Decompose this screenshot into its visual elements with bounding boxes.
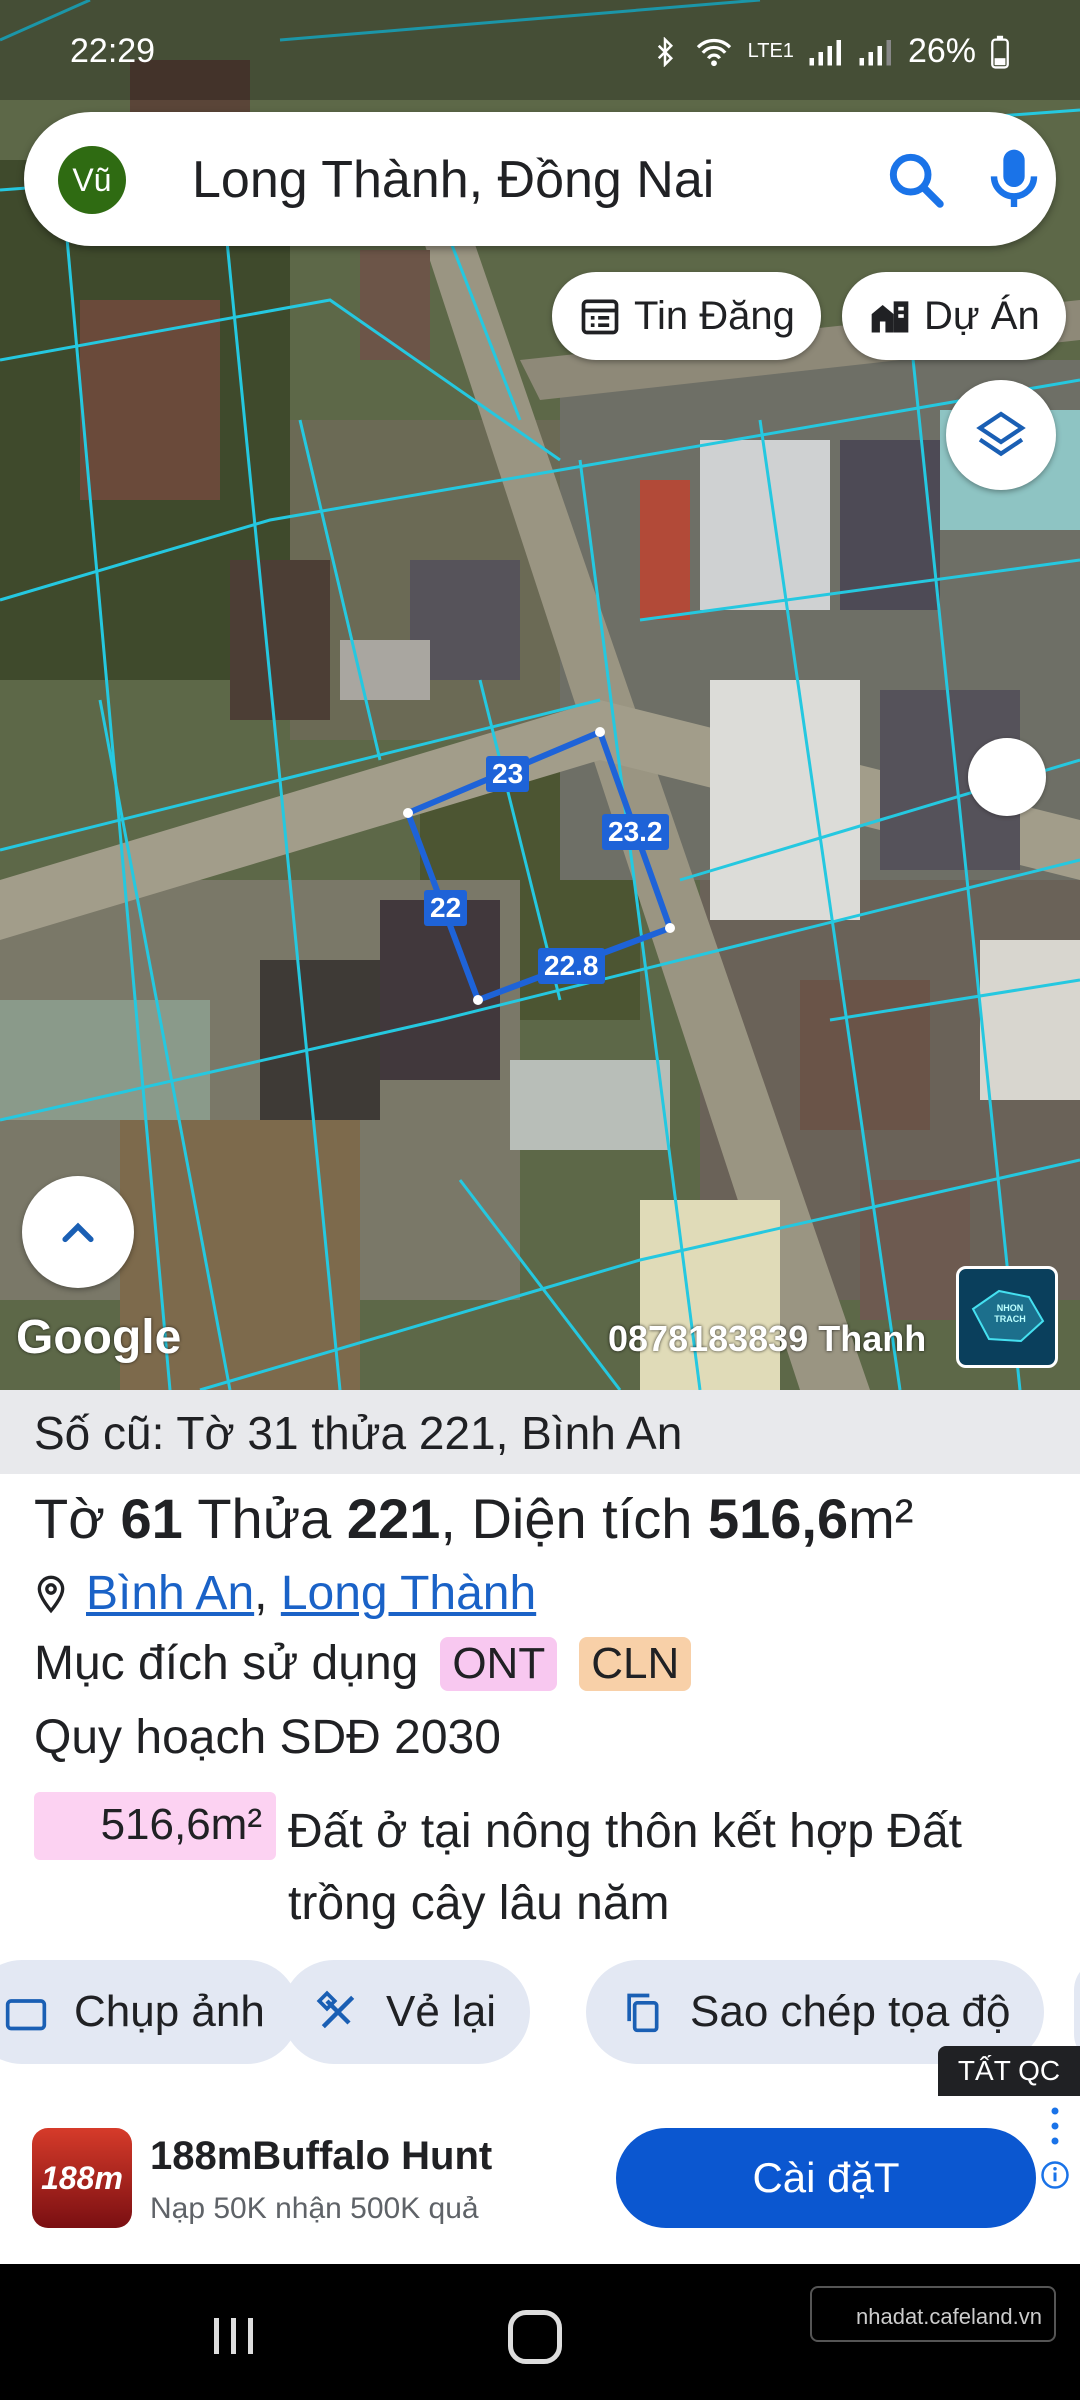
edge-length-label: 22 (424, 890, 468, 926)
listings-label: Tin Đăng (634, 293, 795, 338)
wifi-icon (696, 38, 731, 66)
copy-coordinates-label: Sao chép tọa độ (690, 1987, 1011, 2036)
calendar-list-icon (581, 299, 619, 335)
ad-info-icon[interactable] (1040, 2160, 1070, 2190)
minimap-label: NHON TRACH (994, 1303, 1026, 1324)
signal-icon (859, 39, 891, 65)
mic-icon[interactable] (982, 144, 1046, 214)
search-query[interactable]: Long Thành, Đồng Nai (192, 150, 714, 210)
signal-icon (809, 39, 841, 65)
chevron-up-icon (62, 1222, 94, 1243)
purpose-tag: ONT (440, 1636, 558, 1691)
ad-subtitle: Nạp 50K nhận 500K quả (150, 2192, 479, 2225)
listings-button[interactable]: Tin Đăng (552, 272, 821, 360)
area-value: 516,6 (708, 1487, 849, 1550)
ad-title[interactable]: 188mBuffalo Hunt (150, 2134, 492, 2179)
ward-link[interactable]: Bình An (86, 1567, 254, 1620)
buildings-icon (871, 301, 909, 333)
battery-icon (991, 35, 1009, 69)
sheet-number: 61 (120, 1487, 183, 1550)
contact-watermark: 0878183839 Thanh (608, 1318, 927, 1359)
action-bar: Chụp ảnh Vẻ lại Sao chép tọa độ (0, 1960, 1080, 2070)
ad-banner[interactable]: 188m 188mBuffalo Hunt Nạp 50K nhận 500K … (0, 2096, 1080, 2264)
lte-indicator: LTE1 (747, 40, 794, 62)
layers-icon (976, 411, 1026, 457)
hide-ads-button[interactable]: TẤT QC (938, 2046, 1080, 2096)
ad-install-button[interactable]: Cài đặT (616, 2128, 1036, 2228)
land-purpose-row: Mục đích sử dụng ONT CLN (34, 1636, 692, 1691)
status-time: 22:29 (70, 32, 156, 70)
plot-info-panel: Số cũ: Tờ 31 thửa 221, Bình An Tờ 61 Thử… (0, 1390, 1080, 2096)
more-vert-icon[interactable] (1050, 2106, 1060, 2146)
location-row: Bình An, Long Thành (34, 1566, 536, 1621)
old-plot-number: Số cũ: Tờ 31 thửa 221, Bình An (0, 1390, 1080, 1474)
floating-dot-button[interactable] (968, 738, 1046, 816)
location-separator: , (254, 1567, 268, 1620)
status-bar: 22:29 LTE1 26% (0, 0, 1080, 100)
location-pin-icon (37, 1575, 65, 1613)
plot-label: Thửa (197, 1487, 332, 1550)
projects-label: Dự Án (924, 293, 1040, 338)
redraw-button[interactable]: Vẻ lại (282, 1960, 531, 2064)
planning-label: Quy hoạch SDĐ 2030 (34, 1711, 501, 1764)
recent-apps-icon[interactable] (210, 2314, 258, 2358)
search-icon[interactable] (884, 148, 948, 212)
bluetooth-icon (657, 36, 673, 67)
projects-button[interactable]: Dự Án (842, 272, 1066, 360)
edge-length-label: 22.8 (538, 948, 605, 984)
minimap-thumbnail[interactable]: NHON TRACH (956, 1266, 1058, 1368)
take-photo-button[interactable]: Chụp ảnh (0, 1960, 299, 2064)
planning-description: Đất ở tại nông thôn kết hợp Đất trồng câ… (288, 1805, 963, 1930)
map-view[interactable]: 23 23.2 22.8 22 22:29 LTE1 26% Vũ Long T… (0, 0, 1080, 1390)
search-bar[interactable]: Vũ Long Thành, Đồng Nai (24, 112, 1056, 246)
area-label: , Diện tích (440, 1487, 693, 1550)
sheet-label: Tờ (34, 1487, 105, 1550)
purpose-label: Mục đích sử dụng (34, 1637, 419, 1690)
ad-app-logo[interactable]: 188m (32, 2128, 132, 2228)
google-logo: Google (16, 1311, 182, 1364)
watermark: nhadat.cafeland.vn (810, 2286, 1056, 2342)
purpose-tag: CLN (579, 1636, 692, 1691)
layers-button[interactable] (946, 380, 1056, 490)
expand-up-button[interactable] (22, 1176, 134, 1288)
redraw-label: Vẻ lại (386, 1987, 497, 2036)
planning-area-badge: 516,6m² (34, 1792, 276, 1860)
camera-icon (5, 1999, 47, 2031)
area-unit: m² (848, 1487, 914, 1550)
plot-number: 221 (346, 1487, 441, 1550)
avatar[interactable]: Vũ (58, 146, 126, 214)
system-nav-bar: nhadat.cafeland.vn (0, 2264, 1080, 2400)
draw-icon (316, 1990, 355, 2029)
battery-percent: 26% (907, 32, 976, 70)
copy-icon (627, 1993, 659, 2033)
plot-title: Tờ 61 Thửa 221, Diện tích 516,6m² (34, 1486, 913, 1551)
edge-length-label: 23 (486, 756, 530, 792)
home-button[interactable] (508, 2310, 562, 2364)
district-link[interactable]: Long Thành (281, 1567, 536, 1620)
take-photo-label: Chụp ảnh (74, 1987, 265, 2036)
edge-length-label: 23.2 (602, 814, 669, 850)
